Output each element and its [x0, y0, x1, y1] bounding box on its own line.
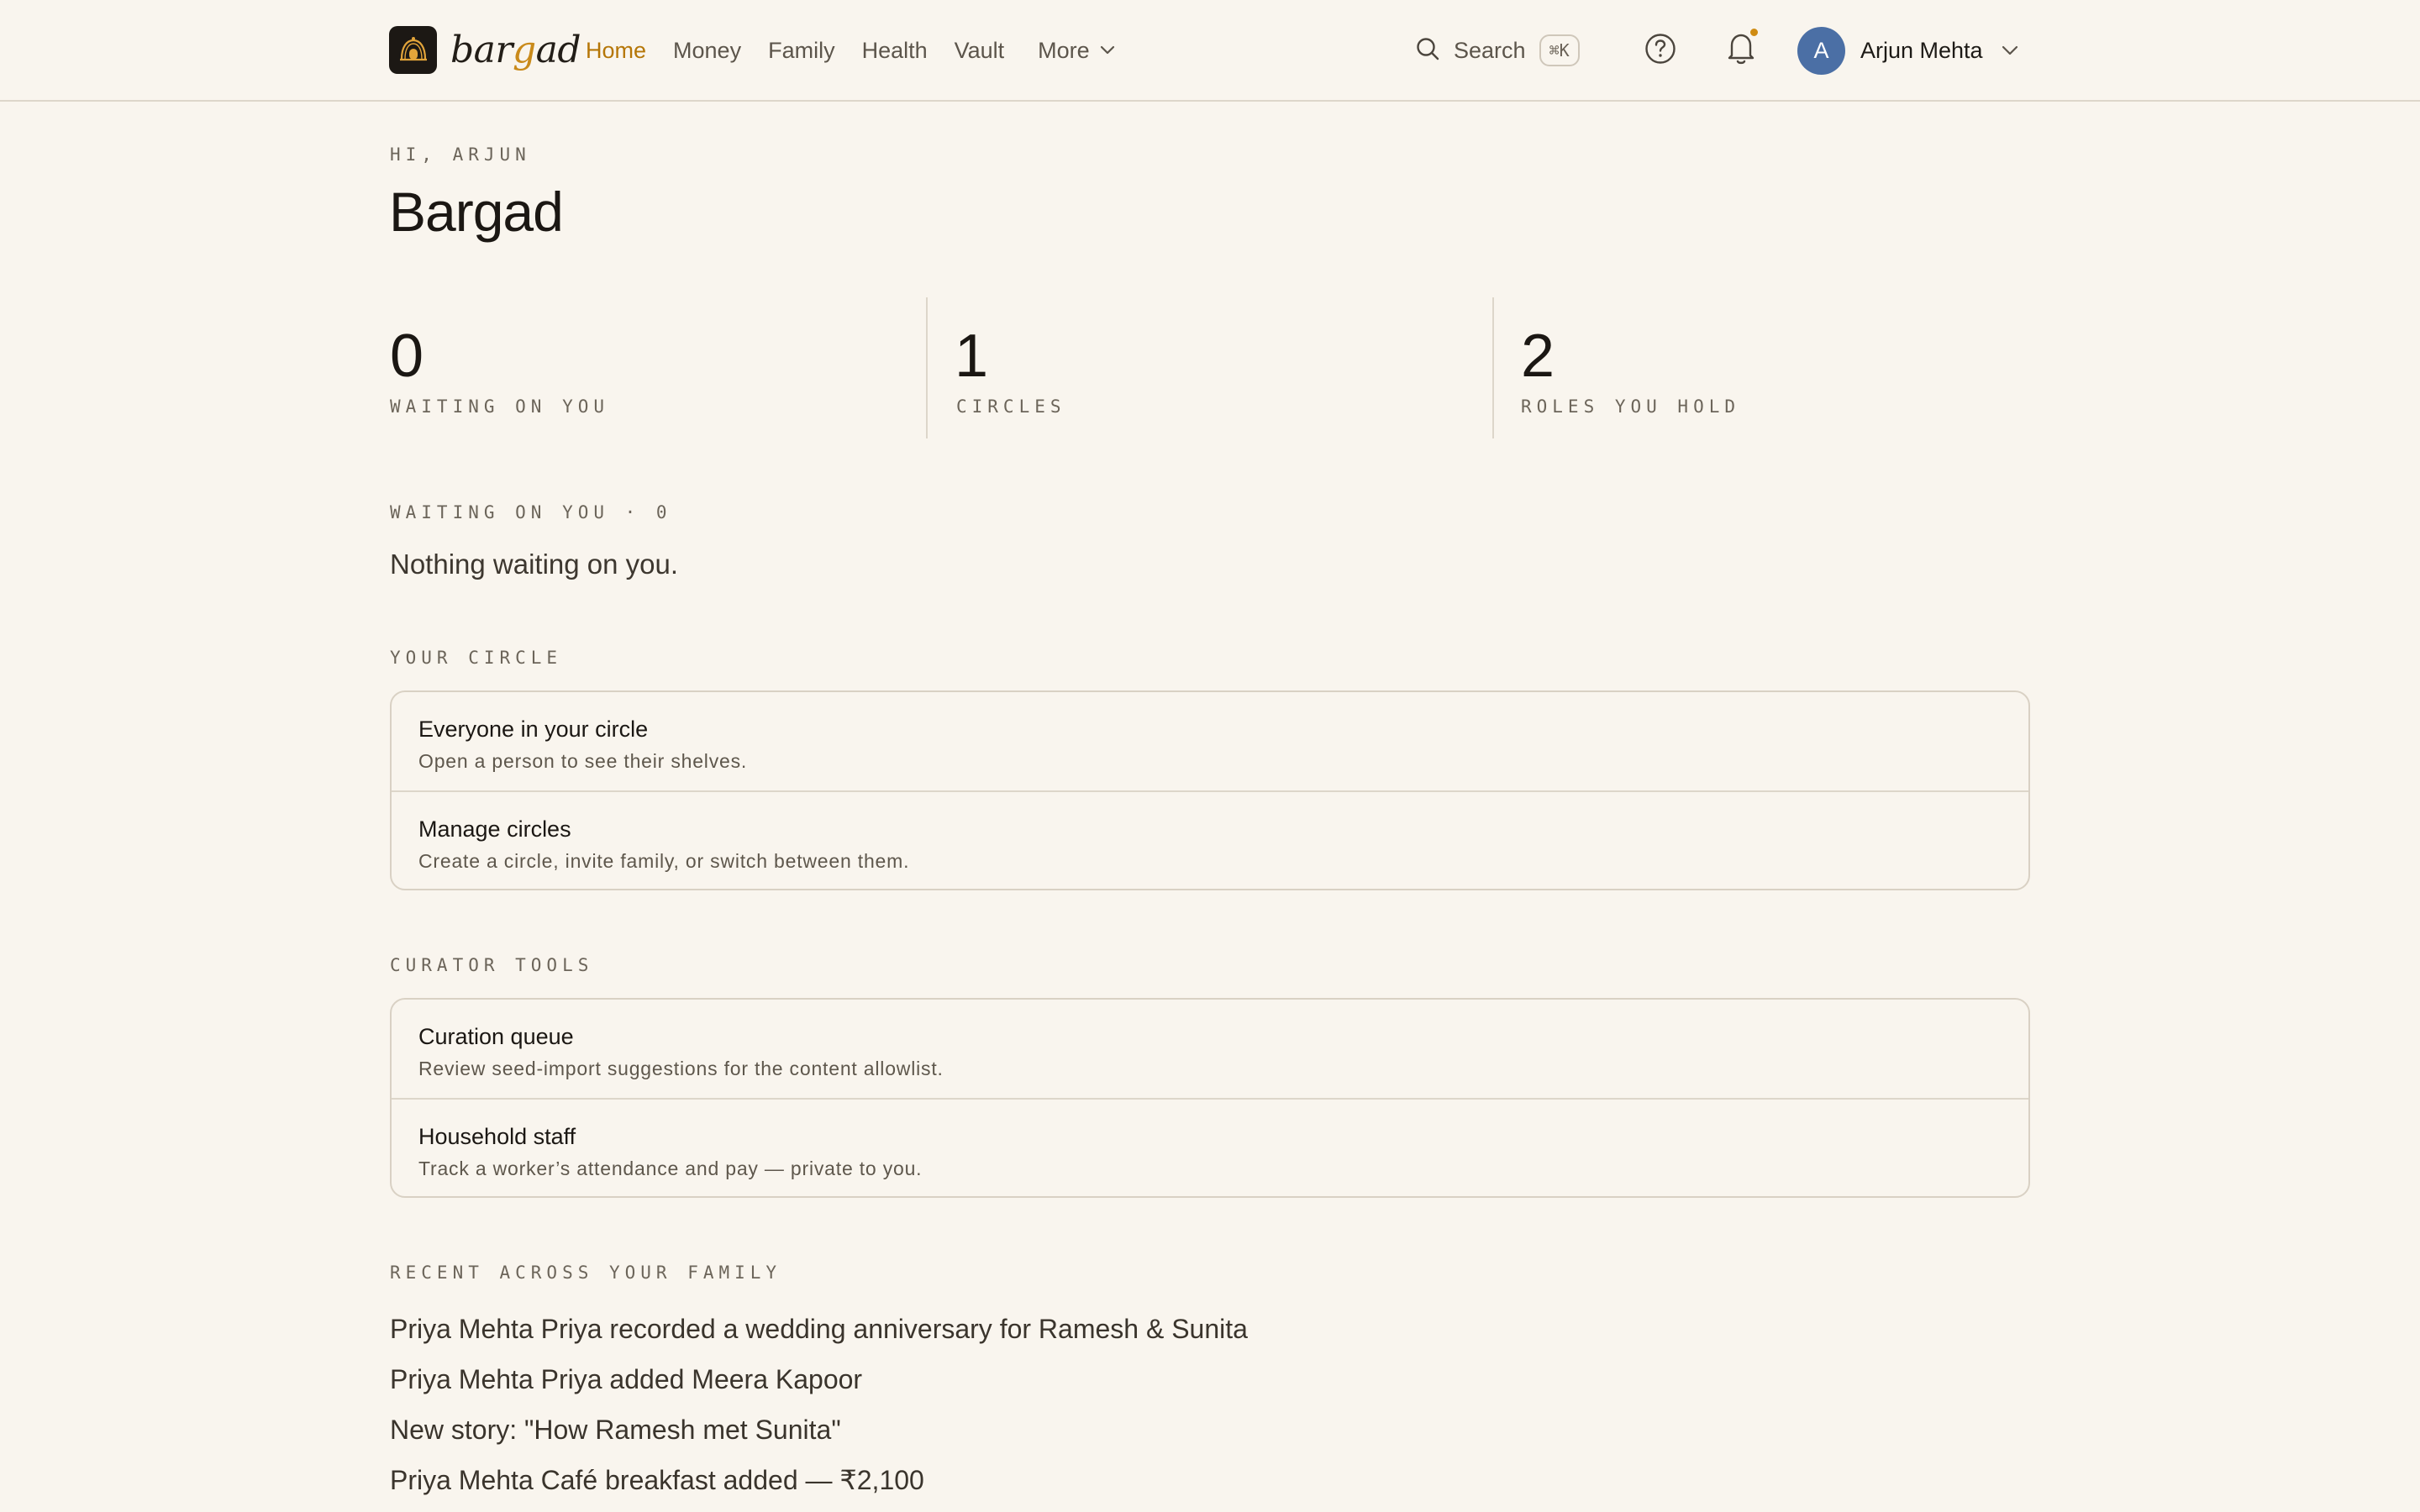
search-shortcut-badge: ⌘K: [1539, 34, 1580, 66]
notifications-button[interactable]: [1723, 27, 1760, 69]
nav-item-more[interactable]: More: [1038, 25, 1115, 76]
user-name: Arjun Mehta: [1860, 37, 1983, 63]
stat-value: 1: [955, 323, 989, 390]
stat-label: CIRCLES: [956, 396, 1066, 417]
search-icon: [1415, 36, 1440, 66]
greeting: HI, ARJUN: [390, 144, 531, 165]
nav-item-money[interactable]: Money: [673, 25, 741, 76]
curator-card: Curation queue Review seed-import sugges…: [390, 998, 2030, 1198]
stat-circles: 1 CIRCLES: [926, 297, 1492, 438]
row-title: Everyone in your circle: [418, 717, 649, 742]
logo-wordmark[interactable]: bargad: [450, 25, 581, 76]
nav-item-health[interactable]: Health: [862, 25, 928, 76]
row-title: Household staff: [418, 1124, 576, 1149]
avatar: A: [1797, 26, 1845, 75]
stats-row: 0 WAITING ON YOU 1 CIRCLES 2 ROLES YOU H…: [390, 297, 2030, 438]
user-menu[interactable]: A Arjun Mehta: [1797, 26, 2018, 75]
primary-nav: Home Money Family Health Vault More: [586, 25, 1142, 76]
row-subtitle: Open a person to see their shelves.: [418, 750, 748, 772]
search-button[interactable]: Search ⌘K: [1415, 25, 1580, 76]
row-subtitle: Create a circle, invite family, or switc…: [418, 850, 910, 872]
chevron-down-icon: [1100, 45, 1115, 55]
row-title: Curation queue: [418, 1024, 574, 1049]
waiting-section-title: WAITING ON YOU · 0: [390, 502, 672, 522]
list-item[interactable]: Priya Mehta Priya recorded a wedding ann…: [390, 1304, 1986, 1354]
stat-label: ROLES YOU HOLD: [1521, 396, 1741, 417]
list-item[interactable]: Priya Mehta Café breakfast added — ₹2,10…: [390, 1455, 1986, 1505]
row-subtitle: Track a worker’s attendance and pay — pr…: [418, 1158, 923, 1179]
list-item-curation-queue[interactable]: Curation queue Review seed-import sugges…: [392, 1000, 2028, 1098]
help-circle-icon: [1644, 33, 1676, 69]
notification-dot: [1749, 27, 1760, 38]
row-title: Manage circles: [418, 816, 571, 842]
nav-item-family[interactable]: Family: [768, 25, 835, 76]
chevron-down-icon: [2002, 45, 2018, 55]
list-item-everyone-in-circle[interactable]: Everyone in your circle Open a person to…: [392, 692, 2028, 790]
stat-waiting: 0 WAITING ON YOU: [390, 297, 926, 438]
page-title: Bargad: [389, 181, 564, 243]
recent-activity-list: Priya Mehta Priya recorded a wedding ann…: [390, 1304, 1986, 1505]
circle-section-title: YOUR CIRCLE: [390, 648, 563, 668]
bargad-logo-icon[interactable]: [389, 26, 437, 74]
help-button[interactable]: [1644, 32, 1677, 69]
list-item[interactable]: Priya Mehta Priya added Meera Kapoor: [390, 1354, 1986, 1404]
list-item-household-staff[interactable]: Household staff Track a worker’s attenda…: [392, 1098, 2028, 1196]
stat-label: WAITING ON YOU: [390, 396, 610, 417]
top-nav-bar: bargad Home Money Family Health Vault Mo…: [0, 0, 2420, 102]
nav-item-vault[interactable]: Vault: [955, 25, 1005, 76]
search-label: Search: [1454, 37, 1526, 63]
list-item-manage-circles[interactable]: Manage circles Create a circle, invite f…: [392, 790, 2028, 889]
stat-value: 0: [390, 323, 424, 390]
stat-value: 2: [1521, 323, 1555, 390]
nav-more-label: More: [1038, 38, 1090, 63]
curator-section-title: CURATOR TOOLS: [390, 955, 594, 975]
circle-card: Everyone in your circle Open a person to…: [390, 690, 2030, 890]
row-subtitle: Review seed-import suggestions for the c…: [418, 1058, 944, 1079]
list-item[interactable]: New story: "How Ramesh met Sunita": [390, 1404, 1986, 1455]
nav-item-home[interactable]: Home: [586, 25, 646, 76]
recent-section-title: RECENT ACROSS YOUR FAMILY: [390, 1263, 782, 1283]
waiting-empty-text: Nothing waiting on you.: [390, 549, 679, 580]
stat-roles: 2 ROLES YOU HOLD: [1492, 297, 2030, 438]
